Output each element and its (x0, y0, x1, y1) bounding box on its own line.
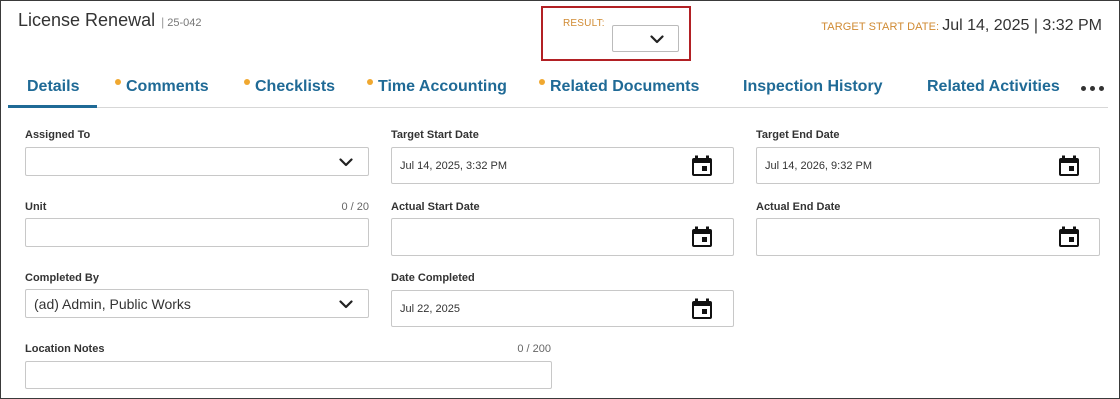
calendar-icon[interactable] (1058, 155, 1080, 177)
tab-label: Time Accounting (378, 78, 507, 95)
tab-checklists[interactable]: Checklists (244, 67, 335, 107)
assigned-to-dropdown[interactable] (25, 147, 369, 176)
page-title-group: License Renewal | 25-042 (18, 10, 201, 31)
calendar-icon[interactable] (691, 226, 713, 248)
completed-by-value: (ad) Admin, Public Works (34, 296, 191, 312)
tab-label: Related Documents (550, 78, 700, 95)
completed-by-label: Completed By (25, 272, 99, 284)
result-highlight-box: RESULT: (541, 6, 691, 61)
unit-label: Unit (25, 201, 47, 213)
date-completed-input[interactable]: Jul 22, 2025 (391, 290, 734, 327)
location-notes-input[interactable] (25, 361, 552, 389)
target-start-label: TARGET START DATE: (821, 21, 940, 33)
page-title: License Renewal (18, 10, 156, 30)
unit-input[interactable] (25, 218, 369, 247)
title-separator: | (161, 15, 165, 29)
tab-label: Comments (126, 78, 209, 95)
unit-char-counter: 0 / 20 (341, 201, 369, 213)
actual-start-date-input[interactable] (391, 218, 734, 256)
active-tab-indicator (8, 105, 97, 108)
date-completed-value: Jul 22, 2025 (400, 303, 460, 315)
tab-related-activities[interactable]: Related Activities (927, 67, 1060, 107)
calendar-icon[interactable] (691, 155, 713, 177)
date-completed-label: Date Completed (391, 272, 475, 284)
actual-start-date-label: Actual Start Date (391, 201, 480, 213)
chevron-down-icon (339, 300, 353, 309)
window: License Renewal | 25-042 RESULT: TARGET ST… (0, 0, 1120, 399)
tab-related-documents[interactable]: Related Documents (539, 67, 699, 107)
tab-bar: Details Comments Checklists Time Account… (8, 67, 1108, 108)
more-dots-icon[interactable] (1081, 79, 1105, 95)
target-end-date-value: Jul 14, 2026, 9:32 PM (765, 160, 873, 172)
chevron-down-icon (650, 35, 664, 44)
result-label: RESULT: (563, 18, 605, 29)
chevron-down-icon (339, 158, 353, 167)
actual-end-date-input[interactable] (756, 218, 1100, 256)
tab-label: Related Activities (927, 78, 1060, 95)
assigned-to-label: Assigned To (25, 129, 91, 141)
unread-dot-icon (367, 79, 373, 85)
tab-comments[interactable]: Comments (115, 67, 209, 107)
tab-label: Inspection History (743, 78, 883, 95)
target-end-date-label: Target End Date (756, 129, 840, 141)
tab-label: Details (27, 78, 80, 95)
unread-dot-icon (115, 79, 121, 85)
target-end-date-input[interactable]: Jul 14, 2026, 9:32 PM (756, 147, 1100, 184)
tab-inspection-history[interactable]: Inspection History (743, 67, 883, 107)
unread-dot-icon (539, 79, 545, 85)
actual-end-date-label: Actual End Date (756, 201, 841, 213)
target-start-summary: TARGET START DATE: Jul 14, 2025 | 3:32 PM (821, 17, 1102, 35)
target-start-value: Jul 14, 2025 | 3:32 PM (942, 17, 1102, 34)
target-start-date-label: Target Start Date (391, 129, 479, 141)
result-dropdown[interactable] (612, 25, 679, 52)
target-start-date-value: Jul 14, 2025, 3:32 PM (400, 160, 508, 172)
calendar-icon[interactable] (1058, 226, 1080, 248)
location-notes-char-counter: 0 / 200 (517, 343, 551, 355)
completed-by-dropdown[interactable]: (ad) Admin, Public Works (25, 289, 369, 318)
tab-details[interactable]: Details (27, 67, 79, 107)
record-code: 25-042 (167, 17, 202, 29)
target-start-date-input[interactable]: Jul 14, 2025, 3:32 PM (391, 147, 734, 184)
tab-label: Checklists (255, 78, 336, 95)
unread-dot-icon (244, 79, 250, 85)
tab-time-accounting[interactable]: Time Accounting (367, 67, 507, 107)
location-notes-label: Location Notes (25, 343, 105, 355)
calendar-icon[interactable] (691, 298, 713, 320)
